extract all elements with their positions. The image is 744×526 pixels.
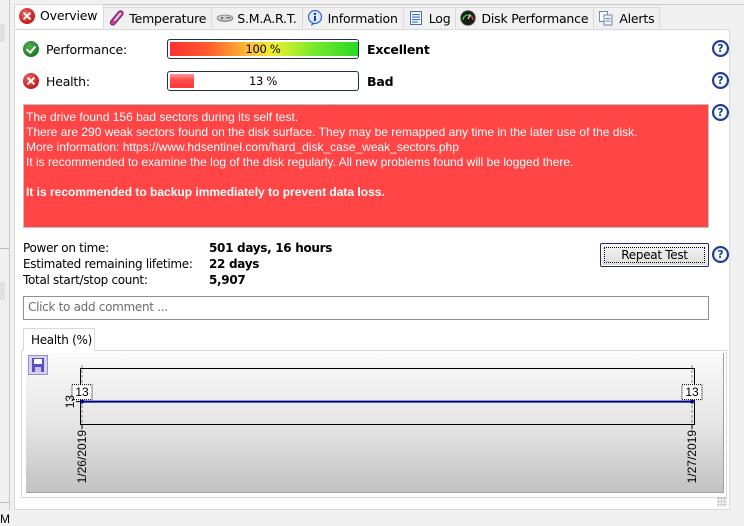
start-stop-count-value: 5,907 — [209, 273, 246, 287]
health-chart-area: 13 13 13 1/26/2019 1/27/2019 — [26, 353, 724, 493]
comment-input[interactable]: Click to add comment ... — [23, 296, 709, 320]
tab-information[interactable]: Information — [301, 7, 404, 28]
log-document-icon — [408, 10, 424, 26]
tab-log[interactable]: Log — [402, 7, 457, 28]
error-icon — [23, 73, 39, 89]
health-chart: 13 13131/26/2019 1/27/2019 — [63, 365, 703, 484]
error-icon — [19, 7, 35, 24]
tab-label: Information — [327, 10, 398, 26]
power-on-time-value: 501 days, 16 hours — [209, 241, 333, 255]
performance-value: 100 % — [245, 42, 281, 56]
speedometer-icon — [460, 10, 477, 26]
tab-label: Overview — [40, 8, 98, 23]
info-icon — [307, 9, 323, 26]
hd-sentinel-window: M Overview Temperature S.M.A.R.T. Inform… — [0, 0, 744, 526]
health-label: Health: — [46, 74, 90, 89]
data-point — [80, 399, 84, 404]
tabstrip-top-border — [14, 4, 744, 5]
left-pane-divider — [0, 248, 9, 249]
overview-panel: Performance: 100 % Excellent ? Health: 1… — [14, 29, 730, 510]
tab-disk-performance[interactable]: Disk Performance — [455, 7, 595, 28]
thermometer-icon — [108, 10, 124, 26]
tab-smart[interactable]: S.M.A.R.T. — [211, 7, 303, 28]
tab-label: Temperature — [129, 10, 207, 26]
alert-bold-line: It is recommended to backup immediately … — [26, 185, 385, 199]
status-bar-text: M — [0, 512, 10, 526]
data-label: 13 — [75, 385, 89, 399]
repeat-test-button[interactable]: Repeat Test — [600, 243, 709, 267]
health-status: Bad — [367, 74, 394, 89]
help-icon[interactable]: ? — [712, 104, 729, 121]
tab-alerts[interactable]: Alerts — [593, 7, 661, 28]
alert-line[interactable]: More information: https://www.hdsentinel… — [26, 140, 706, 155]
health-value: 13 % — [248, 74, 278, 88]
plot-area-border — [80, 368, 695, 425]
tab-label: Disk Performance — [481, 10, 589, 26]
left-pane-scroll-segment — [0, 282, 5, 300]
help-icon[interactable]: ? — [712, 246, 729, 263]
alerts-icon — [598, 10, 614, 26]
alert-line: The drive found 156 bad sectors during i… — [26, 110, 299, 124]
data-label: 13 — [685, 385, 699, 399]
smart-disk-icon — [216, 10, 234, 26]
tab-label: Alerts — [619, 10, 655, 26]
tab-label: S.M.A.R.T. — [237, 10, 297, 26]
focus-rectangle — [604, 247, 705, 263]
ok-check-icon — [23, 41, 39, 57]
left-pane-divider — [0, 502, 9, 503]
power-on-time-label: Power on time: — [23, 241, 109, 255]
help-icon[interactable]: ? — [712, 72, 729, 89]
tab-label: Log — [428, 10, 451, 26]
help-icon[interactable]: ? — [712, 40, 729, 57]
start-stop-count-label: Total start/stop count: — [23, 273, 148, 287]
tab-temperature[interactable]: Temperature — [103, 7, 213, 28]
alert-message-box: The drive found 156 bad sectors during i… — [23, 104, 709, 228]
graph-frame: 13 13 13 1/26/2019 1/27/2019 — [21, 350, 727, 498]
performance-bar: 100 % — [167, 39, 359, 59]
left-pane-edge — [0, 0, 10, 510]
x-tick-label: 1/27/2019 — [685, 430, 699, 484]
remaining-lifetime-value: 22 days — [209, 257, 260, 271]
data-point — [690, 399, 694, 404]
alert-line: There are 290 weak sectors found on the … — [26, 125, 638, 139]
health-bar: 13 % — [167, 71, 359, 91]
y-tick-label: 13 — [63, 395, 77, 409]
left-pane-scroll-segment — [0, 24, 5, 42]
resize-grip[interactable] — [717, 497, 727, 507]
main-tabs: Overview Temperature S.M.A.R.T. Informat… — [14, 4, 661, 28]
x-tick-label: 1/26/2019 — [75, 430, 89, 484]
performance-status: Excellent — [367, 42, 430, 57]
tab-overview[interactable]: Overview — [14, 4, 105, 28]
performance-label: Performance: — [46, 42, 128, 57]
remaining-lifetime-label: Estimated remaining lifetime: — [23, 257, 193, 271]
alert-line: It is recommended to examine the log of … — [26, 155, 574, 169]
tab-health-graph[interactable]: Health (%) — [23, 328, 95, 351]
